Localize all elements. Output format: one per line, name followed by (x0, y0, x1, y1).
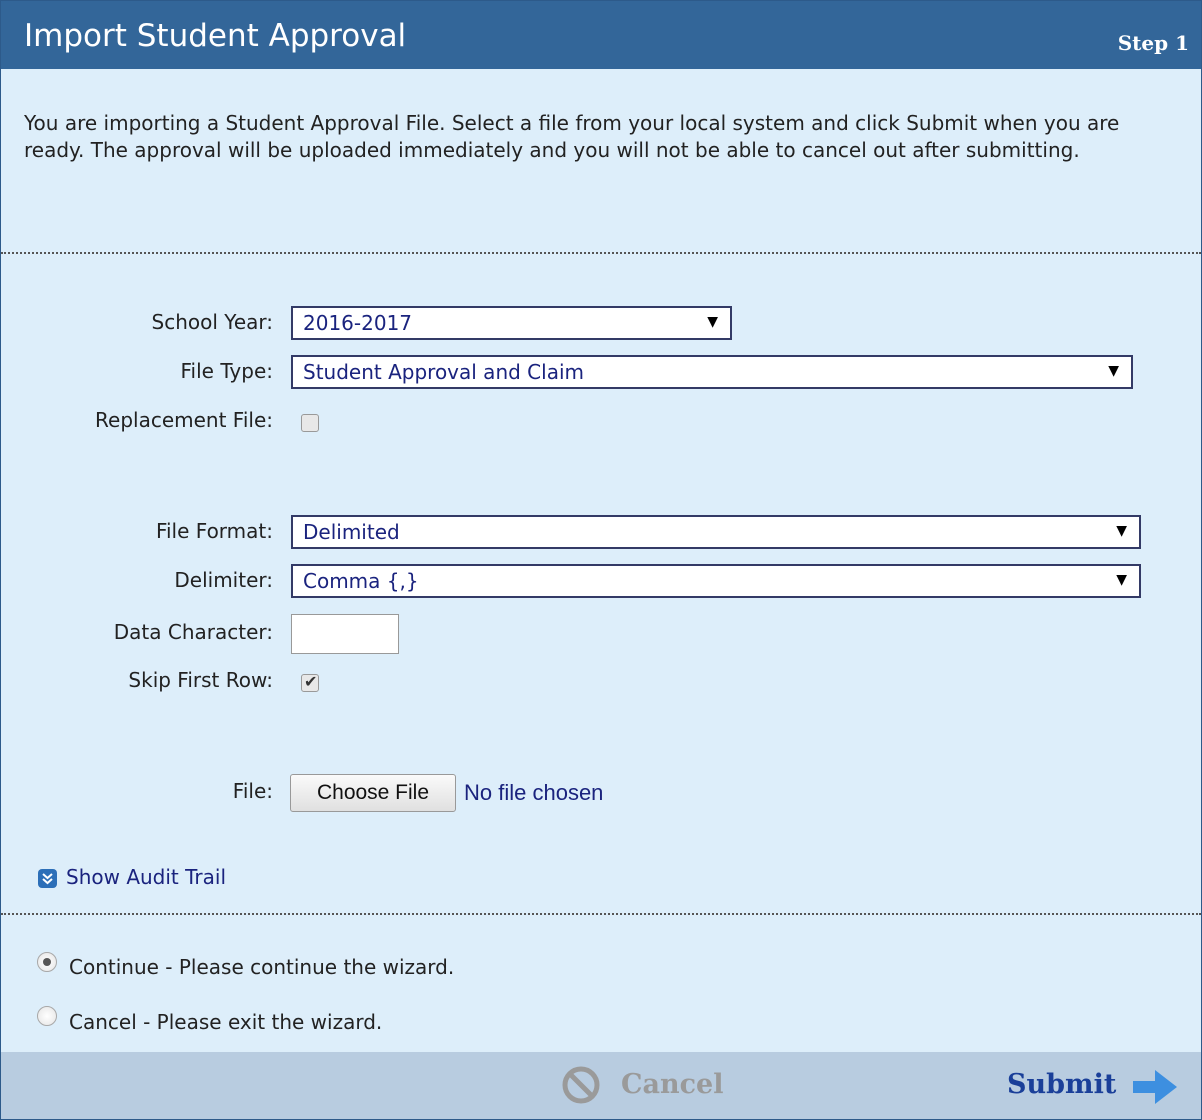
choose-file-button[interactable]: Choose File (290, 774, 456, 812)
chevron-down-icon: ▼ (1116, 572, 1127, 588)
file-status: No file chosen (464, 780, 604, 805)
double-chevron-down-icon[interactable] (38, 869, 57, 888)
school-year-label: School Year: (151, 310, 273, 334)
checkmark-icon: ✔ (304, 672, 318, 691)
data-character-input[interactable] (291, 614, 399, 654)
school-year-select[interactable]: 2016-2017 ▼ (291, 306, 732, 340)
wizard-footer: Cancel Submit (1, 1052, 1201, 1119)
step-indicator: Step 1 (1117, 31, 1189, 55)
file-label: File: (232, 779, 273, 803)
file-format-select[interactable]: Delimited ▼ (291, 515, 1141, 549)
divider (1, 252, 1201, 254)
replacement-file-checkbox[interactable] (301, 414, 319, 432)
skip-first-row-label: Skip First Row: (128, 668, 273, 692)
radio-selected-dot (43, 958, 51, 966)
file-type-value: Student Approval and Claim (303, 360, 584, 384)
chevron-down-icon: ▼ (1108, 363, 1119, 379)
prohibited-icon (561, 1065, 601, 1112)
file-type-label: File Type: (180, 359, 274, 383)
cancel-radio-label[interactable]: Cancel - Please exit the wizard. (69, 1010, 382, 1034)
data-character-label: Data Character: (113, 620, 273, 644)
delimiter-label: Delimiter: (174, 568, 273, 592)
file-type-select[interactable]: Student Approval and Claim ▼ (291, 355, 1133, 389)
chevron-down-icon: ▼ (707, 314, 718, 330)
submit-button-label: Submit (1007, 1069, 1117, 1100)
arrow-right-icon (1133, 1067, 1179, 1114)
school-year-value: 2016-2017 (303, 311, 413, 335)
file-format-value: Delimited (303, 520, 400, 544)
continue-radio[interactable] (37, 952, 57, 972)
delimiter-value: Comma {,} (303, 569, 419, 593)
submit-button[interactable]: Submit (1007, 1064, 1201, 1106)
import-wizard-panel: Import Student Approval Step 1 You are i… (0, 0, 1202, 1120)
divider (1, 913, 1201, 915)
show-audit-trail-link[interactable]: Show Audit Trail (66, 865, 226, 889)
page-title: Import Student Approval (24, 18, 407, 54)
replacement-file-label: Replacement File: (95, 408, 273, 432)
chevron-down-icon: ▼ (1116, 523, 1127, 539)
delimiter-select[interactable]: Comma {,} ▼ (291, 564, 1141, 598)
cancel-radio[interactable] (37, 1006, 57, 1026)
continue-radio-label[interactable]: Continue - Please continue the wizard. (69, 955, 454, 979)
skip-first-row-checkbox[interactable]: ✔ (301, 672, 319, 692)
intro-text: You are importing a Student Approval Fil… (24, 111, 1120, 162)
wizard-header: Import Student Approval Step 1 (1, 1, 1201, 69)
file-format-label: File Format: (155, 519, 273, 543)
cancel-button-label: Cancel (621, 1069, 724, 1100)
